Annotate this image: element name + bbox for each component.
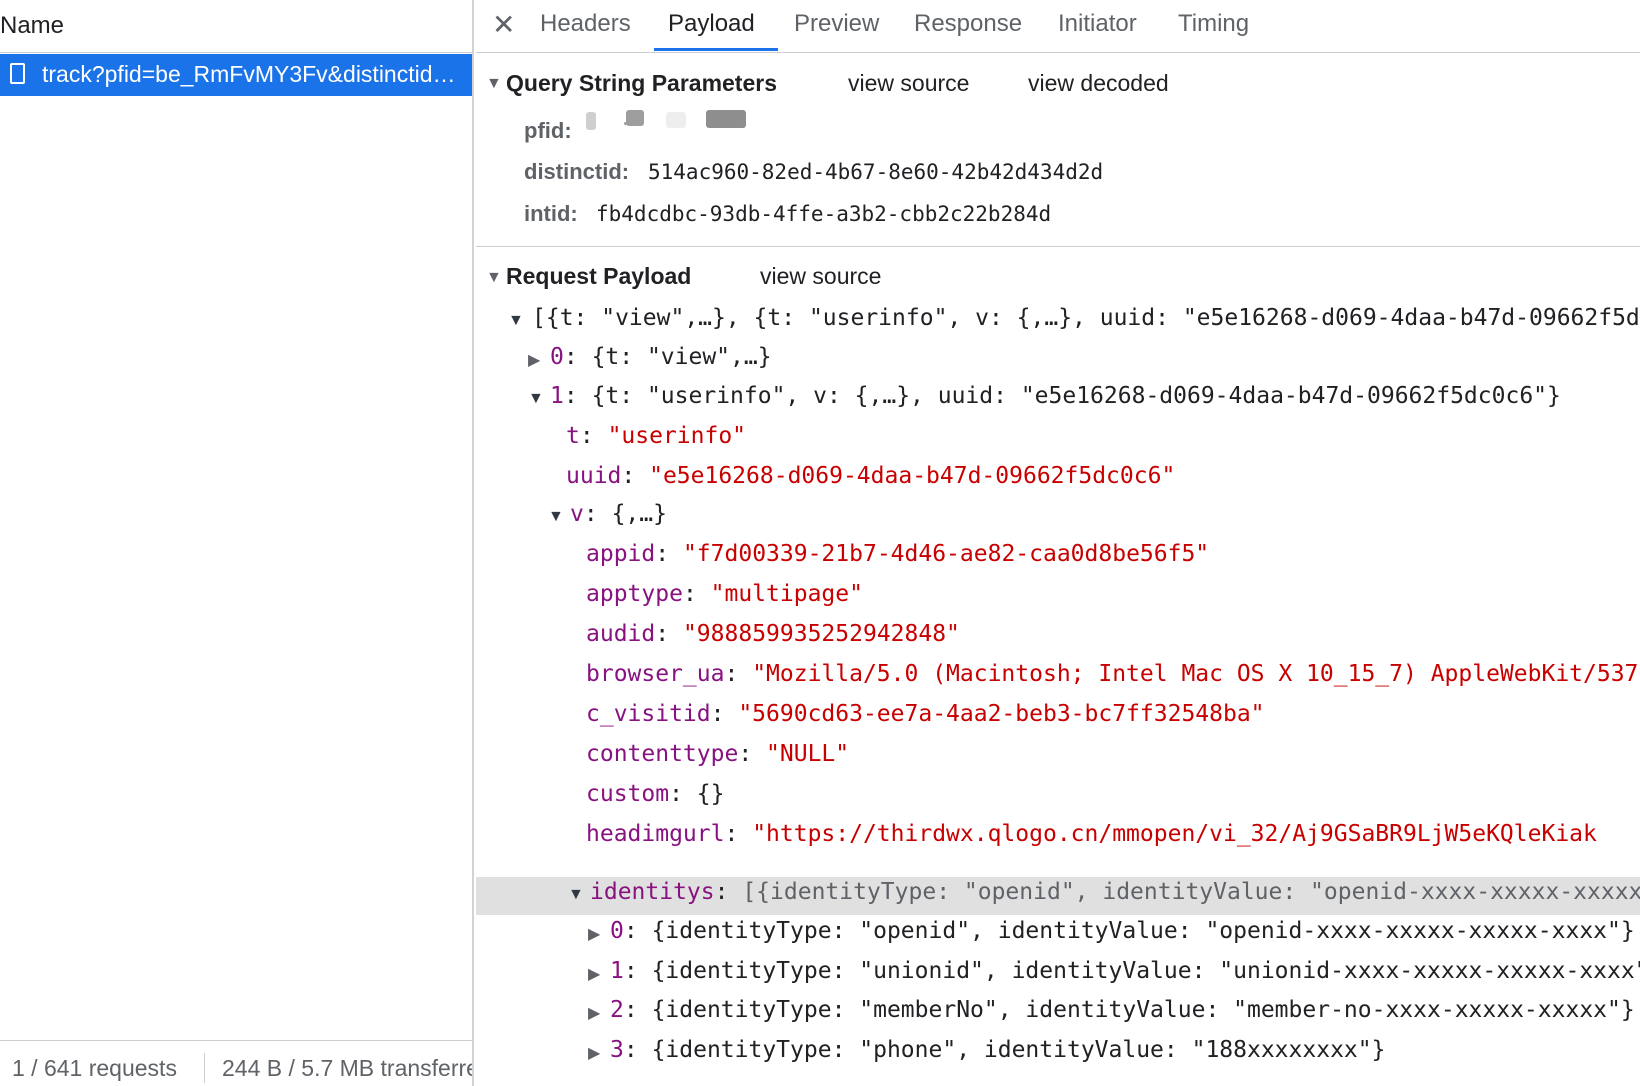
index-key: 0	[550, 344, 564, 370]
triangle-down-icon[interactable]: ▼	[528, 390, 544, 408]
identity-item-3[interactable]: 3: {identityType: "phone", identityValue…	[610, 1037, 1385, 1063]
payload-item-0[interactable]: 0: {t: "view",…}	[550, 344, 772, 370]
triangle-right-icon[interactable]: ▶	[528, 350, 540, 370]
payload-root-summary[interactable]: [{t: "view",…}, {t: "userinfo", v: {,…},…	[532, 305, 1640, 331]
query-string-title[interactable]: Query String Parameters	[506, 70, 777, 97]
triangle-right-icon[interactable]: ▶	[588, 924, 600, 944]
triangle-down-icon[interactable]: ▼	[486, 269, 502, 287]
param-key-distinctid: distinctid:	[524, 159, 630, 184]
header-divider	[0, 52, 472, 53]
tab-preview[interactable]: Preview	[794, 10, 879, 38]
tab-timing[interactable]: Timing	[1178, 10, 1249, 38]
triangle-right-icon[interactable]: ▶	[588, 964, 600, 984]
field-identitys[interactable]: identitys: [{identityType: "openid", ide…	[590, 879, 1640, 905]
document-icon	[10, 63, 25, 84]
triangle-right-icon[interactable]: ▶	[588, 1003, 600, 1023]
field-contenttype: contenttype: "NULL"	[586, 741, 850, 767]
identity-item-1[interactable]: 1: {identityType: "unionid", identityVal…	[610, 958, 1640, 984]
detail-tabbar: ✕ Headers Payload Preview Response Initi…	[476, 0, 1640, 53]
item-summary: {t: "userinfo", v: {,…}, uuid: "e5e16268…	[591, 383, 1561, 409]
name-column-header[interactable]: Name	[0, 12, 64, 40]
request-payload-title[interactable]: Request Payload	[506, 263, 691, 290]
query-view-source-button[interactable]: view source	[848, 70, 969, 97]
triangle-down-icon[interactable]: ▼	[548, 508, 564, 526]
field-t: t: "userinfo"	[566, 423, 747, 449]
request-count: 1 / 641 requests	[12, 1055, 177, 1081]
active-tab-indicator	[654, 48, 778, 51]
item-summary: {t: "view",…}	[591, 344, 772, 370]
request-detail-pane: ✕ Headers Payload Preview Response Initi…	[476, 0, 1640, 1086]
transfer-size: 244 B / 5.7 MB transferred	[222, 1055, 472, 1081]
request-list-pane: Name track?pfid=be_RmFvMY3Fv&distinctid=…	[0, 0, 472, 1086]
param-key-intid: intid:	[524, 201, 578, 226]
triangle-down-icon[interactable]: ▼	[508, 312, 524, 330]
identity-item-2[interactable]: 2: {identityType: "memberNo", identityVa…	[610, 997, 1635, 1023]
field-browser-ua: browser_ua: "Mozilla/5.0 (Macintosh; Int…	[586, 661, 1640, 687]
triangle-down-icon[interactable]: ▼	[486, 75, 502, 93]
param-value-distinctid: 514ac960-82ed-4b67-8e60-42b42d434d2d	[648, 160, 1104, 184]
field-uuid: uuid: "e5e16268-d069-4daa-b47d-09662f5dc…	[566, 463, 1176, 489]
field-v[interactable]: v: {,…}	[570, 501, 667, 527]
tab-initiator[interactable]: Initiator	[1058, 10, 1137, 38]
payload-item-1[interactable]: 1: {t: "userinfo", v: {,…}, uuid: "e5e16…	[550, 383, 1561, 409]
field-apptype: apptype: "multipage"	[586, 581, 863, 607]
request-name: track?pfid=be_RmFvMY3Fv&distinctid=514ac…	[42, 61, 462, 87]
pfid-redacted-value	[586, 110, 766, 132]
field-headimgurl: headimgurl: "https://thirdwx.qlogo.cn/mm…	[586, 821, 1597, 847]
close-icon[interactable]: ✕	[492, 8, 515, 41]
tab-payload[interactable]: Payload	[668, 10, 755, 38]
status-divider	[204, 1053, 205, 1083]
triangle-right-icon[interactable]: ▶	[588, 1043, 600, 1063]
identity-item-0[interactable]: 0: {identityType: "openid", identityValu…	[610, 918, 1635, 944]
section-divider	[476, 246, 1640, 247]
field-audid: audid: "988859935252942848"	[586, 621, 960, 647]
status-bar: 1 / 641 requests 244 B / 5.7 MB transfer…	[0, 1040, 472, 1086]
index-key: 1	[550, 383, 564, 409]
field-custom: custom: {}	[586, 781, 725, 807]
tab-headers[interactable]: Headers	[540, 10, 631, 38]
pane-splitter[interactable]	[472, 0, 474, 1086]
payload-view-source-button[interactable]: view source	[760, 263, 881, 290]
field-c-visitid: c_visitid: "5690cd63-ee7a-4aa2-beb3-bc7f…	[586, 701, 1265, 727]
param-value-intid: fb4dcdbc-93db-4ffe-a3b2-cbb2c22b284d	[596, 202, 1052, 226]
triangle-down-icon[interactable]: ▼	[568, 886, 584, 904]
request-row-selected[interactable]: track?pfid=be_RmFvMY3Fv&distinctid=514ac…	[0, 54, 472, 96]
tab-response[interactable]: Response	[914, 10, 1022, 38]
param-key-pfid: pfid:	[524, 118, 572, 143]
field-appid: appid: "f7d00339-21b7-4d46-ae82-caa0d8be…	[586, 541, 1210, 567]
query-view-decoded-button[interactable]: view decoded	[1028, 70, 1169, 97]
